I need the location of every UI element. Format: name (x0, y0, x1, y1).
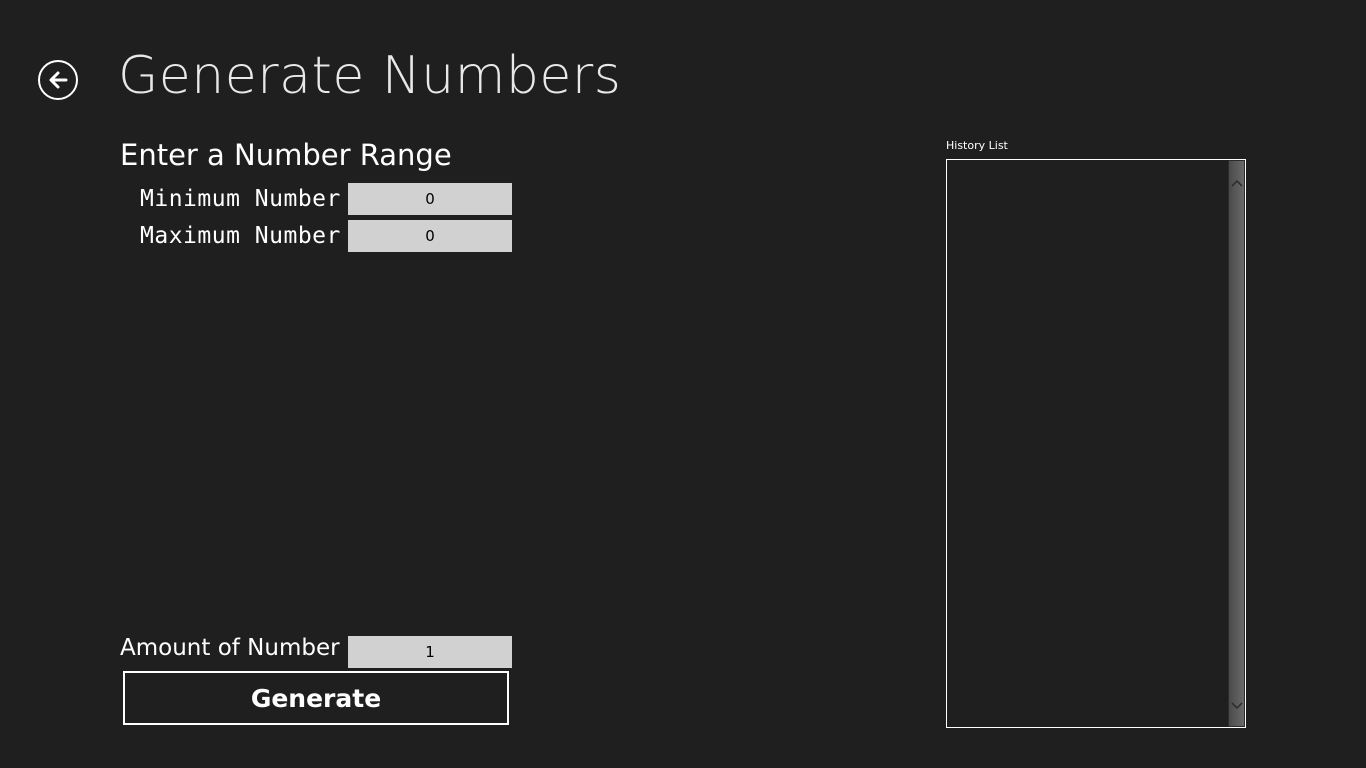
history-list-label: History List (946, 139, 1008, 152)
history-list[interactable] (946, 159, 1246, 728)
amount-of-number-label: Amount of Number (120, 635, 340, 661)
minimum-number-input[interactable] (348, 183, 512, 215)
scroll-down-button[interactable] (1228, 695, 1245, 713)
chevron-down-icon (1230, 695, 1243, 714)
chevron-up-icon (1230, 172, 1243, 191)
back-button[interactable] (38, 60, 78, 100)
back-arrow-icon (46, 68, 70, 92)
minimum-number-label: Minimum Number (140, 186, 341, 212)
history-scrollbar[interactable] (1228, 160, 1245, 727)
range-section-heading: Enter a Number Range (120, 138, 452, 172)
maximum-number-label: Maximum Number (140, 223, 341, 249)
scroll-up-button[interactable] (1228, 172, 1245, 190)
amount-of-number-input[interactable] (348, 636, 512, 668)
scrollbar-thumb[interactable] (1229, 161, 1244, 726)
maximum-number-input[interactable] (348, 220, 512, 252)
page: Generate Numbers Enter a Number Range Mi… (0, 0, 1366, 768)
generate-button[interactable]: Generate (123, 671, 509, 725)
page-title: Generate Numbers (118, 46, 622, 106)
